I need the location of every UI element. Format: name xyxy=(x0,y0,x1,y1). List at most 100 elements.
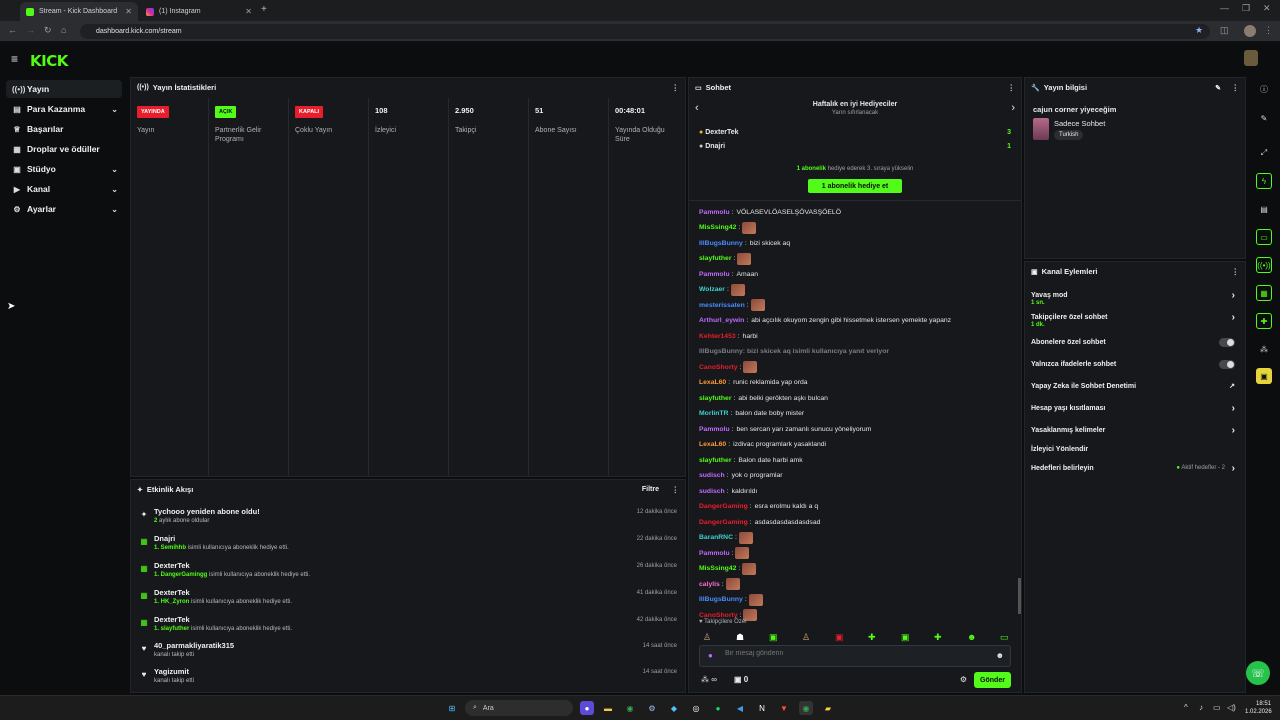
sidebar-item-droplar[interactable]: ▦ Droplar ve ödüller xyxy=(6,140,122,158)
tab-instagram[interactable]: (1) Instagram ✕ xyxy=(140,2,258,21)
emote-picker-item[interactable]: ✚ xyxy=(934,632,942,643)
browser-menu-icon[interactable]: ⋮ xyxy=(1264,25,1273,36)
file-explorer-icon[interactable]: ▬ xyxy=(601,701,615,715)
chat-username[interactable]: slayfuther xyxy=(699,255,731,262)
chat-username[interactable]: DangerGaming xyxy=(699,503,748,510)
emote-picker-item[interactable]: ▭ xyxy=(1000,632,1009,643)
windows-start-icon[interactable]: ⊞ xyxy=(445,701,459,715)
wrench-icon[interactable]: ✚ xyxy=(1256,313,1272,329)
emotes-only-toggle[interactable] xyxy=(1219,359,1235,369)
chat-username[interactable]: sudisch xyxy=(699,472,725,479)
chat-username[interactable]: Arthurl_eywin xyxy=(699,317,744,324)
goals-row[interactable]: Hedefleri belirleyin ● Aktif hedefler - … xyxy=(1031,459,1235,477)
steam-icon[interactable]: ⚙ xyxy=(645,701,659,715)
forward-icon[interactable]: → xyxy=(26,25,35,35)
clock[interactable]: 18:51 1.02.2026 xyxy=(1245,700,1272,716)
chat-username[interactable]: calylis xyxy=(699,581,720,588)
filter-button[interactable]: Filtre xyxy=(642,486,659,493)
broadcast-icon[interactable]: ((•)) xyxy=(1256,257,1272,273)
support-chat-icon[interactable]: ☏ xyxy=(1246,661,1270,685)
more-options-icon[interactable]: ⋮ xyxy=(672,83,680,92)
home-icon[interactable]: ⌂ xyxy=(61,25,66,35)
kick-logo[interactable]: KICK xyxy=(30,52,68,70)
gift-subscription-button[interactable]: 1 abonelik hediye et xyxy=(808,179,902,193)
bookmark-star-icon[interactable]: ★ xyxy=(1195,25,1203,36)
close-window-icon[interactable]: ✕ xyxy=(1263,3,1271,14)
chat-bubble-icon[interactable]: ▭ xyxy=(1256,229,1272,245)
sidebar-item-ayarlar[interactable]: ⚙ Ayarlar ⌄ xyxy=(6,200,122,218)
points-icon[interactable]: ⁂ ∞ xyxy=(701,675,717,684)
slow-mode-row[interactable]: Yavaş mod 1 sn. › xyxy=(1031,286,1235,307)
chat-username[interactable]: IllBugsBunny xyxy=(699,240,743,247)
chat-username[interactable]: IllBugsBunny xyxy=(699,596,743,603)
chat-username[interactable]: MorlinTR xyxy=(699,410,728,417)
chat-username[interactable]: LexaL60 xyxy=(699,441,726,448)
network-icon[interactable]: ▭ xyxy=(1213,703,1221,712)
app-icon[interactable]: ◆ xyxy=(667,701,681,715)
chat-username[interactable]: MisSsing42 xyxy=(699,565,736,572)
emote-picker-item[interactable]: ▣ xyxy=(835,632,844,643)
user-avatar[interactable] xyxy=(1244,50,1258,66)
extensions-icon[interactable]: ◫ xyxy=(1220,25,1229,36)
tab-kick-dashboard[interactable]: Stream - Kick Dashboard ✕ xyxy=(20,2,138,21)
sidebar-item-yayin[interactable]: ((•)) Yayın xyxy=(6,80,122,98)
edit-icon[interactable]: ✎ xyxy=(1256,110,1272,126)
chat-username[interactable]: BaranRNC xyxy=(699,534,733,541)
chat-settings-icon[interactable]: ⚙ xyxy=(960,675,967,684)
chat-username[interactable]: Pammolu xyxy=(699,271,730,278)
document-icon[interactable]: ▤ xyxy=(1256,201,1272,217)
app-icon[interactable]: ● xyxy=(580,701,594,715)
profile-avatar[interactable] xyxy=(1244,25,1256,37)
app-icon[interactable]: N xyxy=(755,701,769,715)
chat-username[interactable]: MisSsing42 xyxy=(699,224,736,231)
chat-username[interactable]: Pammolu xyxy=(699,550,730,557)
emote-picker-item[interactable]: ✚ xyxy=(868,632,876,643)
sidebar-item-para-kazanma[interactable]: ▤ Para Kazanma ⌄ xyxy=(6,100,122,118)
microphone-icon[interactable]: ● xyxy=(708,651,713,660)
chrome-active-icon[interactable]: ◉ xyxy=(799,701,813,715)
new-tab-button[interactable]: + xyxy=(261,4,267,15)
chat-username[interactable]: slayfuther xyxy=(699,457,731,464)
lightning-icon[interactable]: ϟ xyxy=(1256,173,1272,189)
info-icon[interactable]: ⓘ xyxy=(1256,81,1272,97)
app-icon[interactable]: ▰ xyxy=(821,701,835,715)
hamburger-menu-icon[interactable]: ≡ xyxy=(11,52,18,66)
vscode-icon[interactable]: ◀ xyxy=(733,701,747,715)
address-bar[interactable]: dashboard.kick.com/stream xyxy=(80,24,1210,39)
sidebar-item-studyo[interactable]: ▣ Stüdyo ⌄ xyxy=(6,160,122,178)
chat-username[interactable]: Pammolu xyxy=(699,426,730,433)
share-icon[interactable]: ⁂ xyxy=(1256,341,1272,357)
more-options-icon[interactable]: ⋮ xyxy=(1232,267,1240,276)
sidebar-item-basarilar[interactable]: ♕ Başarılar xyxy=(6,120,122,138)
obs-icon[interactable]: ◎ xyxy=(689,701,703,715)
chrome-icon[interactable]: ◉ xyxy=(623,701,637,715)
chat-username[interactable]: CanoShorty xyxy=(699,612,738,619)
emote-picker-item[interactable]: ☗ xyxy=(736,632,744,643)
chat-username[interactable]: CanoShorty xyxy=(699,364,738,371)
reload-icon[interactable]: ↻ xyxy=(44,25,52,36)
volume-icon[interactable]: ◁) xyxy=(1227,703,1236,712)
microphone-icon[interactable]: ♪ xyxy=(1199,703,1203,712)
chat-username[interactable]: Wolzaer xyxy=(699,286,725,293)
chat-message-field[interactable] xyxy=(725,650,985,657)
more-options-icon[interactable]: ⋮ xyxy=(1008,83,1016,92)
chat-username[interactable]: mesterissaten xyxy=(699,302,745,309)
send-button[interactable]: Gönder xyxy=(974,672,1011,688)
spotify-icon[interactable]: ● xyxy=(711,701,725,715)
close-tab-icon[interactable]: ✕ xyxy=(245,7,252,16)
followers-only-row[interactable]: Takipçilere özel sohbet 1 dk. › xyxy=(1031,308,1235,329)
expand-icon[interactable]: ⤢ xyxy=(1256,145,1272,161)
ai-moderation-row[interactable]: Yapay Zeka ile Sohbet Denetimi ↗ xyxy=(1031,377,1235,395)
banned-words-row[interactable]: Yasaklanmış kelimeler › xyxy=(1031,421,1235,439)
chat-username[interactable]: sudisch xyxy=(699,488,725,495)
emote-picker-item[interactable]: ☻ xyxy=(967,632,976,642)
chat-username[interactable]: DangerGaming xyxy=(699,519,748,526)
brave-icon[interactable]: ▼ xyxy=(777,701,791,715)
chat-username[interactable]: Kehter1453 xyxy=(699,333,736,340)
tray-chevron-icon[interactable]: ^ xyxy=(1184,703,1188,712)
emote-picker-item[interactable]: ▣ xyxy=(901,632,910,643)
emote-picker-item[interactable]: ♙ xyxy=(802,632,810,643)
chat-input[interactable]: ● ☻ xyxy=(699,645,1011,667)
chat-username[interactable]: IllBugsBunny: bizi skicek aq isimli kull… xyxy=(699,348,889,355)
emoji-icon[interactable]: ☻ xyxy=(996,651,1004,660)
